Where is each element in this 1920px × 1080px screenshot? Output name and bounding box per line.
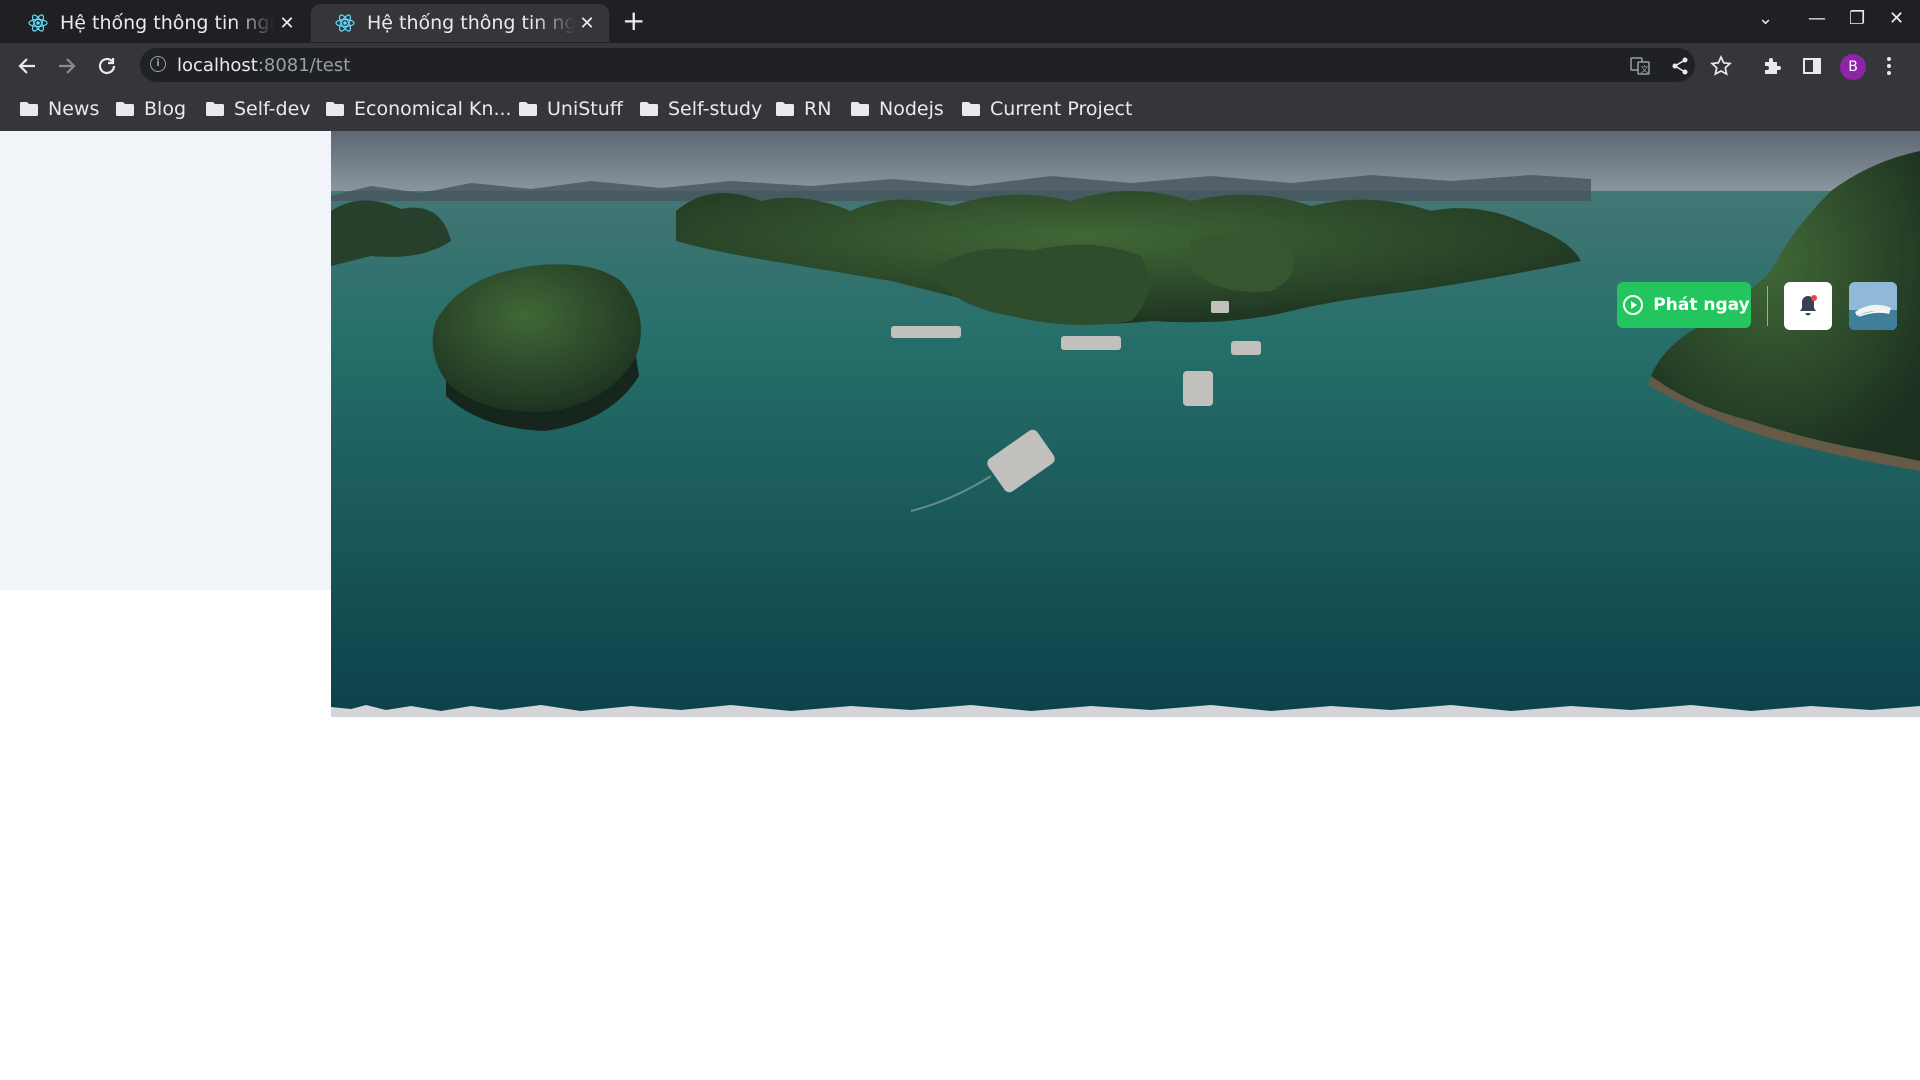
tab-title: Hệ thống thông tin nguồn bbox=[60, 12, 275, 34]
bookmark-folder[interactable]: Self-dev bbox=[206, 98, 311, 120]
tab-strip: Hệ thống thông tin nguồn ✕ Hệ thống thôn… bbox=[0, 0, 1920, 43]
bookmark-folder[interactable]: Blog bbox=[116, 98, 186, 120]
address-bar[interactable]: i localhost:8081/test 文 bbox=[140, 48, 1732, 82]
new-tab-button[interactable]: + bbox=[622, 7, 645, 35]
bookmark-star-icon[interactable] bbox=[1710, 55, 1732, 77]
folder-icon bbox=[962, 102, 980, 116]
window-close-icon[interactable]: ✕ bbox=[1889, 8, 1904, 29]
bookmarks-bar: News Blog Self-dev Economical Kn... UniS… bbox=[0, 88, 1920, 132]
bookmark-folder[interactable]: UniStuff bbox=[519, 98, 623, 120]
close-icon[interactable]: ✕ bbox=[575, 13, 599, 34]
user-avatar[interactable] bbox=[1849, 282, 1897, 330]
page-content: Phát ngay bbox=[0, 131, 1920, 1080]
reload-icon[interactable] bbox=[96, 55, 118, 77]
bookmark-folder[interactable]: Current Project bbox=[962, 98, 1132, 120]
translate-icon[interactable]: 文 bbox=[1630, 56, 1650, 76]
header-divider bbox=[1767, 286, 1768, 326]
folder-icon bbox=[519, 102, 537, 116]
profile-avatar[interactable]: B bbox=[1840, 54, 1866, 80]
url-text[interactable]: localhost:8081/test bbox=[177, 55, 350, 76]
sidebar bbox=[0, 131, 331, 590]
bookmark-folder[interactable]: News bbox=[20, 98, 99, 120]
react-icon bbox=[28, 14, 48, 32]
forward-icon[interactable] bbox=[56, 55, 78, 77]
folder-icon bbox=[206, 102, 224, 116]
avatar-picture bbox=[1849, 282, 1897, 330]
play-circle-icon bbox=[1623, 295, 1644, 315]
folder-icon bbox=[116, 102, 134, 116]
browser-tab[interactable]: Hệ thống thông tin nguồn ✕ bbox=[4, 4, 309, 42]
folder-icon bbox=[326, 102, 344, 116]
bookmark-folder[interactable]: RN bbox=[776, 98, 831, 120]
svg-text:文: 文 bbox=[1641, 64, 1649, 74]
bookmark-folder[interactable]: Nodejs bbox=[851, 98, 944, 120]
bell-icon bbox=[1800, 295, 1817, 316]
folder-icon bbox=[851, 102, 869, 116]
folder-icon bbox=[20, 102, 38, 116]
back-icon[interactable] bbox=[16, 55, 38, 77]
browser-toolbar: i localhost:8081/test 文 B bbox=[0, 43, 1920, 88]
hero-banner-image bbox=[331, 131, 1920, 717]
bookmark-folder[interactable]: Self-study bbox=[640, 98, 762, 120]
react-icon bbox=[335, 14, 355, 32]
share-icon[interactable] bbox=[1670, 56, 1690, 76]
side-panel-icon[interactable] bbox=[1802, 56, 1822, 76]
notification-dot bbox=[1811, 295, 1817, 301]
play-now-label: Phát ngay bbox=[1653, 295, 1750, 315]
restore-icon[interactable]: ❐ bbox=[1849, 8, 1865, 29]
site-info-icon[interactable]: i bbox=[150, 56, 166, 72]
browser-tab-active[interactable]: Hệ thống thông tin nguồn ✕ bbox=[311, 4, 609, 42]
notification-button[interactable] bbox=[1784, 282, 1832, 330]
folder-icon bbox=[776, 102, 794, 116]
hero-overlay bbox=[331, 131, 1920, 717]
folder-icon bbox=[640, 102, 658, 116]
minimize-icon[interactable]: — bbox=[1808, 8, 1826, 29]
play-now-button[interactable]: Phát ngay bbox=[1617, 282, 1751, 328]
tab-search-icon[interactable]: ⌄ bbox=[1758, 8, 1773, 29]
close-icon[interactable]: ✕ bbox=[275, 13, 299, 34]
extensions-icon[interactable] bbox=[1762, 56, 1782, 76]
more-menu-icon[interactable] bbox=[1886, 56, 1892, 76]
tab-title: Hệ thống thông tin nguồn bbox=[367, 12, 575, 34]
bookmark-folder[interactable]: Economical Kn... bbox=[326, 98, 512, 120]
